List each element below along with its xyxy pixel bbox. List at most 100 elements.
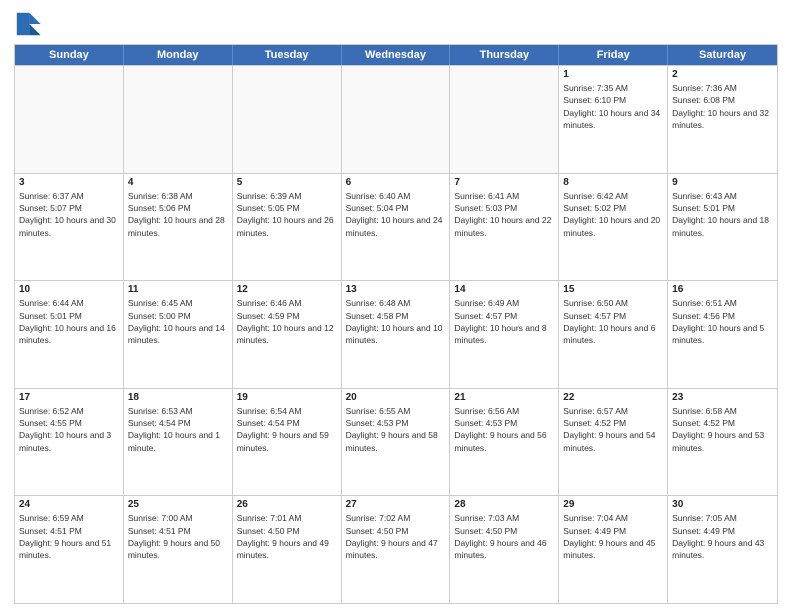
- day-info: Sunrise: 6:58 AM Sunset: 4:52 PM Dayligh…: [672, 405, 773, 454]
- day-info: Sunrise: 7:00 AM Sunset: 4:51 PM Dayligh…: [128, 512, 228, 561]
- calendar-header: SundayMondayTuesdayWednesdayThursdayFrid…: [15, 45, 777, 65]
- header-day-saturday: Saturday: [668, 45, 777, 65]
- page: SundayMondayTuesdayWednesdayThursdayFrid…: [0, 0, 792, 612]
- cal-cell-20: 20 Sunrise: 6:55 AM Sunset: 4:53 PM Dayli…: [342, 389, 451, 496]
- day-info: Sunrise: 6:43 AM Sunset: 5:01 PM Dayligh…: [672, 190, 773, 239]
- day-number: 15: [563, 284, 663, 295]
- day-number: 16: [672, 284, 773, 295]
- cal-cell-7: 7 Sunrise: 6:41 AM Sunset: 5:03 PM Daylig…: [450, 174, 559, 281]
- day-info: Sunrise: 6:41 AM Sunset: 5:03 PM Dayligh…: [454, 190, 554, 239]
- header-day-tuesday: Tuesday: [233, 45, 342, 65]
- day-number: 29: [563, 499, 663, 510]
- cal-cell-17: 17Sunrise: 6:52 AM Sunset: 4:55 PM Dayli…: [15, 389, 124, 496]
- day-number: 11: [128, 284, 228, 295]
- day-info: Sunrise: 6:39 AM Sunset: 5:05 PM Dayligh…: [237, 190, 337, 239]
- day-info: Sunrise: 7:01 AM Sunset: 4:50 PM Dayligh…: [237, 512, 337, 561]
- day-number: 21: [454, 392, 554, 403]
- day-info: Sunrise: 7:36 AM Sunset: 6:08 PM Dayligh…: [672, 82, 773, 131]
- day-info: Sunrise: 7:04 AM Sunset: 4:49 PM Dayligh…: [563, 512, 663, 561]
- week-row-4: 24 Sunrise: 6:59 AM Sunset: 4:51 PM Dayli…: [15, 495, 777, 603]
- cal-cell-empty: [124, 66, 233, 173]
- day-number: 12: [237, 284, 337, 295]
- day-number: 30: [672, 499, 773, 510]
- cal-cell-12: 12 Sunrise: 6:46 AM Sunset: 4:59 PM Dayli…: [233, 281, 342, 388]
- cal-cell-22: 22 Sunrise: 6:57 AM Sunset: 4:52 PM Dayli…: [559, 389, 668, 496]
- cal-cell-29: 29 Sunrise: 7:04 AM Sunset: 4:49 PM Dayli…: [559, 496, 668, 603]
- cal-cell-15: 15 Sunrise: 6:50 AM Sunset: 4:57 PM Dayli…: [559, 281, 668, 388]
- day-number: 28: [454, 499, 554, 510]
- day-number: 27: [346, 499, 446, 510]
- day-info: Sunrise: 6:53 AM Sunset: 4:54 PM Dayligh…: [128, 405, 228, 454]
- cal-cell-21: 21 Sunrise: 6:56 AM Sunset: 4:53 PM Dayli…: [450, 389, 559, 496]
- header-day-wednesday: Wednesday: [342, 45, 451, 65]
- cal-cell-empty: [15, 66, 124, 173]
- cal-cell-6: 6 Sunrise: 6:40 AM Sunset: 5:04 PM Daylig…: [342, 174, 451, 281]
- day-info: Sunrise: 6:50 AM Sunset: 4:57 PM Dayligh…: [563, 297, 663, 346]
- day-number: 25: [128, 499, 228, 510]
- day-info: Sunrise: 6:38 AM Sunset: 5:06 PM Dayligh…: [128, 190, 228, 239]
- day-number: 24: [19, 499, 119, 510]
- cal-cell-empty: [233, 66, 342, 173]
- cal-cell-14: 14 Sunrise: 6:49 AM Sunset: 4:57 PM Dayli…: [450, 281, 559, 388]
- day-info: Sunrise: 7:03 AM Sunset: 4:50 PM Dayligh…: [454, 512, 554, 561]
- day-info: Sunrise: 6:52 AM Sunset: 4:55 PM Dayligh…: [19, 405, 119, 454]
- cal-cell-24: 24 Sunrise: 6:59 AM Sunset: 4:51 PM Dayli…: [15, 496, 124, 603]
- week-row-0: 1Sunrise: 7:35 AM Sunset: 6:10 PM Daylig…: [15, 65, 777, 173]
- cal-cell-2: 2 Sunrise: 7:36 AM Sunset: 6:08 PM Daylig…: [668, 66, 777, 173]
- day-number: 22: [563, 392, 663, 403]
- cal-cell-empty: [342, 66, 451, 173]
- day-info: Sunrise: 6:56 AM Sunset: 4:53 PM Dayligh…: [454, 405, 554, 454]
- day-number: 2: [672, 69, 773, 80]
- logo-icon: [14, 10, 42, 38]
- day-info: Sunrise: 7:05 AM Sunset: 4:49 PM Dayligh…: [672, 512, 773, 561]
- day-number: 7: [454, 177, 554, 188]
- day-number: 13: [346, 284, 446, 295]
- cal-cell-4: 4 Sunrise: 6:38 AM Sunset: 5:06 PM Daylig…: [124, 174, 233, 281]
- cal-cell-16: 16Sunrise: 6:51 AM Sunset: 4:56 PM Dayli…: [668, 281, 777, 388]
- day-number: 14: [454, 284, 554, 295]
- cal-cell-empty: [450, 66, 559, 173]
- day-number: 19: [237, 392, 337, 403]
- day-number: 23: [672, 392, 773, 403]
- day-info: Sunrise: 6:44 AM Sunset: 5:01 PM Dayligh…: [19, 297, 119, 346]
- cal-cell-26: 26 Sunrise: 7:01 AM Sunset: 4:50 PM Dayli…: [233, 496, 342, 603]
- day-info: Sunrise: 6:48 AM Sunset: 4:58 PM Dayligh…: [346, 297, 446, 346]
- day-info: Sunrise: 6:49 AM Sunset: 4:57 PM Dayligh…: [454, 297, 554, 346]
- day-number: 26: [237, 499, 337, 510]
- cal-cell-5: 5 Sunrise: 6:39 AM Sunset: 5:05 PM Daylig…: [233, 174, 342, 281]
- calendar-body: 1Sunrise: 7:35 AM Sunset: 6:10 PM Daylig…: [15, 65, 777, 603]
- cal-cell-28: 28 Sunrise: 7:03 AM Sunset: 4:50 PM Dayli…: [450, 496, 559, 603]
- day-info: Sunrise: 6:40 AM Sunset: 5:04 PM Dayligh…: [346, 190, 446, 239]
- cal-cell-1: 1Sunrise: 7:35 AM Sunset: 6:10 PM Daylig…: [559, 66, 668, 173]
- day-number: 8: [563, 177, 663, 188]
- day-number: 6: [346, 177, 446, 188]
- day-info: Sunrise: 6:46 AM Sunset: 4:59 PM Dayligh…: [237, 297, 337, 346]
- day-info: Sunrise: 6:55 AM Sunset: 4:53 PM Dayligh…: [346, 405, 446, 454]
- day-number: 9: [672, 177, 773, 188]
- cal-cell-18: 18 Sunrise: 6:53 AM Sunset: 4:54 PM Dayli…: [124, 389, 233, 496]
- day-number: 20: [346, 392, 446, 403]
- day-number: 18: [128, 392, 228, 403]
- week-row-3: 17Sunrise: 6:52 AM Sunset: 4:55 PM Dayli…: [15, 388, 777, 496]
- day-number: 4: [128, 177, 228, 188]
- cal-cell-11: 11Sunrise: 6:45 AM Sunset: 5:00 PM Dayli…: [124, 281, 233, 388]
- cal-cell-3: 3 Sunrise: 6:37 AM Sunset: 5:07 PM Daylig…: [15, 174, 124, 281]
- day-info: Sunrise: 6:37 AM Sunset: 5:07 PM Dayligh…: [19, 190, 119, 239]
- day-info: Sunrise: 6:42 AM Sunset: 5:02 PM Dayligh…: [563, 190, 663, 239]
- day-number: 5: [237, 177, 337, 188]
- header-day-thursday: Thursday: [450, 45, 559, 65]
- header-day-friday: Friday: [559, 45, 668, 65]
- day-info: Sunrise: 6:59 AM Sunset: 4:51 PM Dayligh…: [19, 512, 119, 561]
- cal-cell-10: 10 Sunrise: 6:44 AM Sunset: 5:01 PM Dayli…: [15, 281, 124, 388]
- week-row-2: 10 Sunrise: 6:44 AM Sunset: 5:01 PM Dayli…: [15, 280, 777, 388]
- week-row-1: 3 Sunrise: 6:37 AM Sunset: 5:07 PM Daylig…: [15, 173, 777, 281]
- logo: [14, 10, 46, 38]
- cal-cell-8: 8 Sunrise: 6:42 AM Sunset: 5:02 PM Daylig…: [559, 174, 668, 281]
- day-number: 3: [19, 177, 119, 188]
- header: [14, 10, 778, 38]
- cal-cell-25: 25 Sunrise: 7:00 AM Sunset: 4:51 PM Dayli…: [124, 496, 233, 603]
- cal-cell-27: 27Sunrise: 7:02 AM Sunset: 4:50 PM Dayli…: [342, 496, 451, 603]
- day-info: Sunrise: 6:57 AM Sunset: 4:52 PM Dayligh…: [563, 405, 663, 454]
- day-number: 10: [19, 284, 119, 295]
- cal-cell-19: 19Sunrise: 6:54 AM Sunset: 4:54 PM Dayli…: [233, 389, 342, 496]
